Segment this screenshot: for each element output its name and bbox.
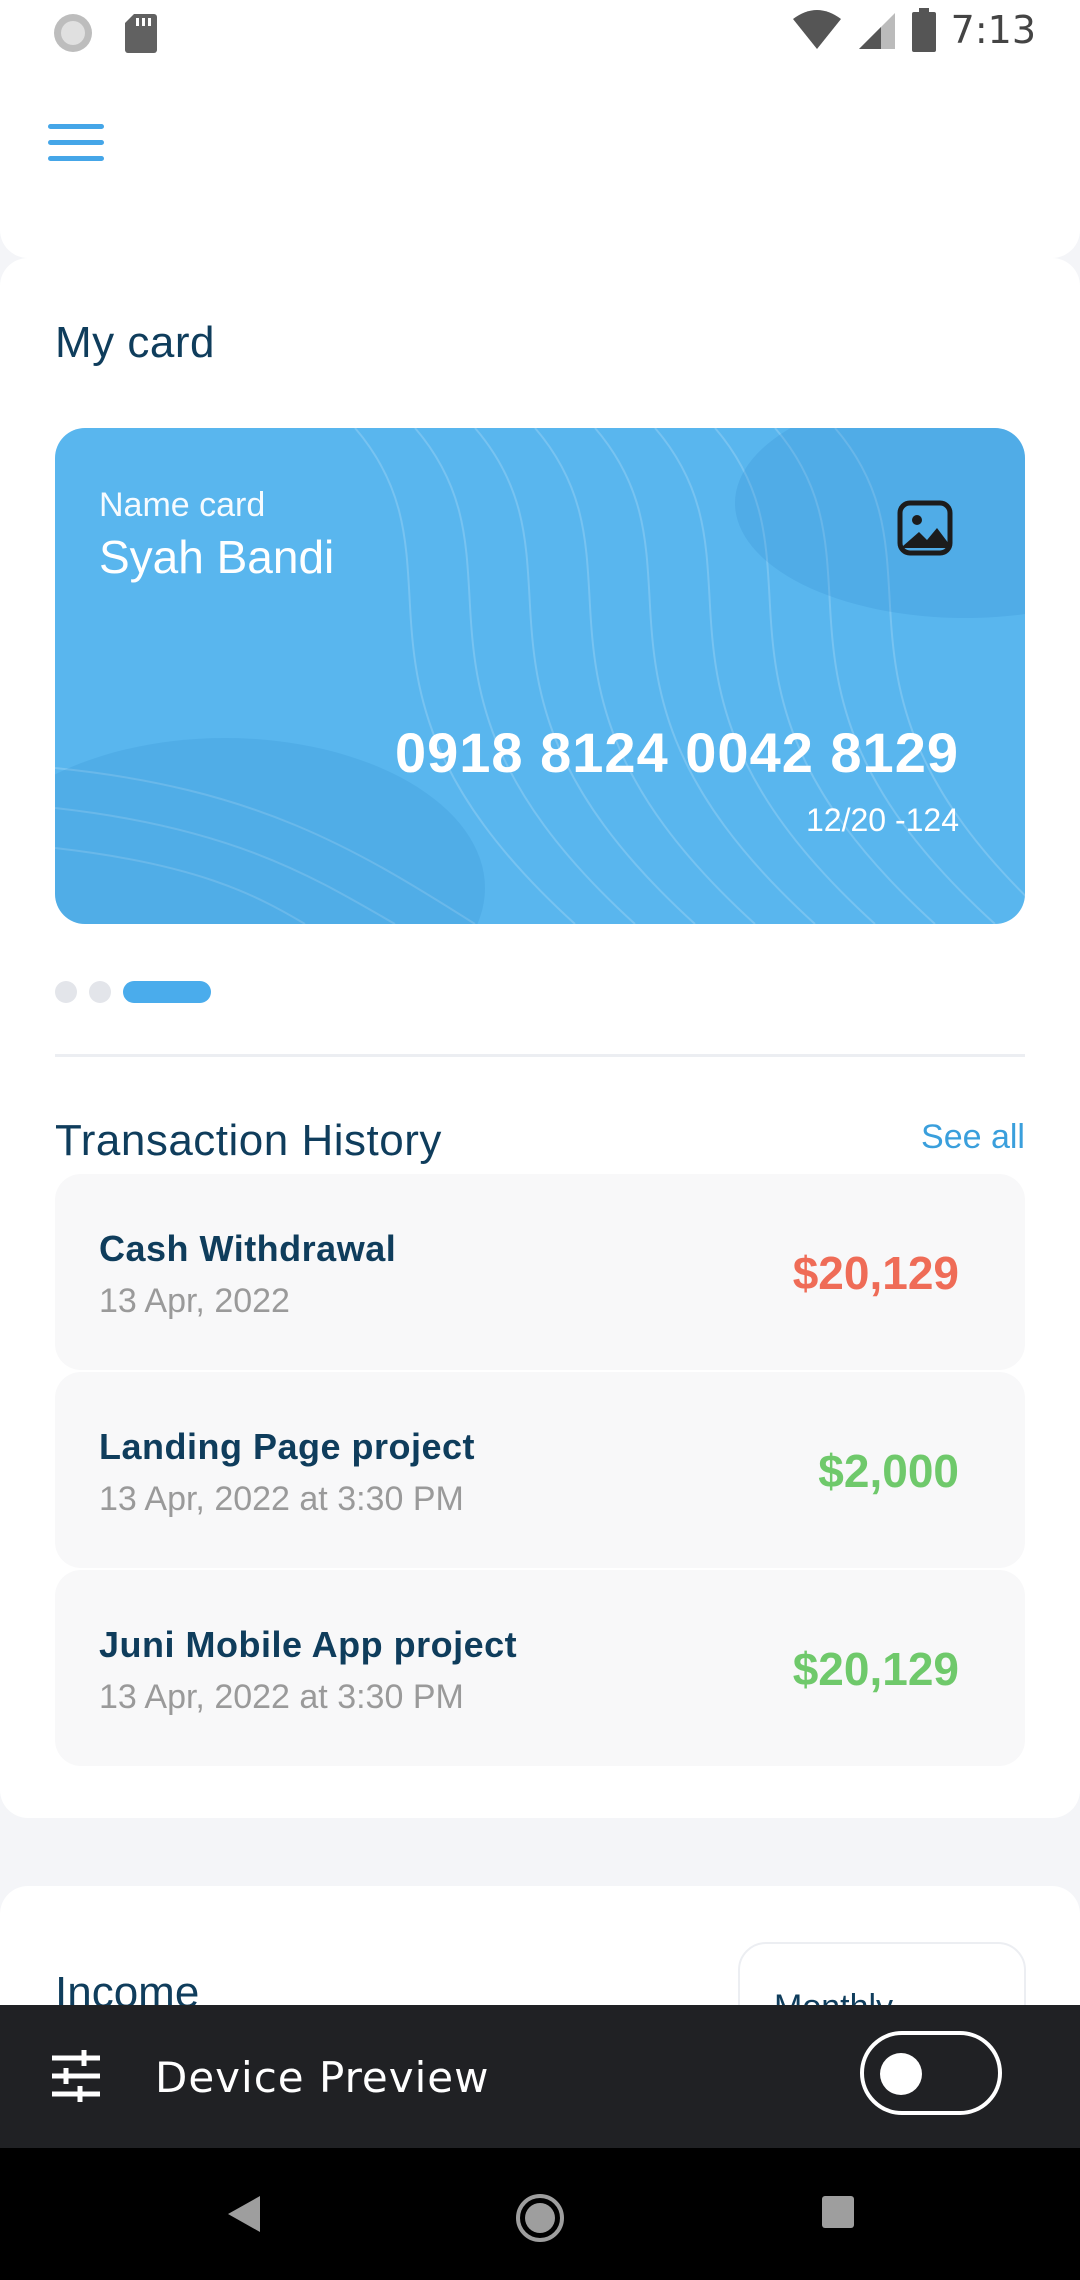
image-icon — [897, 500, 953, 556]
status-left — [52, 12, 158, 54]
card-holder-name: Syah Bandi — [99, 531, 335, 583]
transaction-item[interactable]: Juni Mobile App project 13 Apr, 2022 at … — [55, 1570, 1025, 1766]
transaction-date: 13 Apr, 2022 — [99, 1282, 290, 1320]
card-expiry: 12/20 -124 — [805, 802, 959, 838]
home-icon[interactable] — [514, 2192, 566, 2244]
transaction-title: Landing Page project — [99, 1426, 476, 1467]
tune-icon[interactable] — [50, 2050, 102, 2102]
see-all-link[interactable]: See all — [921, 1118, 1025, 1157]
bank-card[interactable]: Name card Syah Bandi 0918 8124 0042 8129… — [55, 428, 1025, 924]
main-section: My card Name card Syah Bandi 0918 8124 0… — [0, 258, 1080, 1818]
back-icon[interactable] — [224, 2192, 264, 2236]
menu-icon[interactable] — [48, 124, 104, 174]
device-preview-label: Device Preview — [155, 2053, 490, 2102]
battery-icon — [911, 8, 936, 52]
recents-icon[interactable] — [818, 2192, 858, 2232]
android-nav-bar — [0, 2148, 1080, 2280]
device-preview-toggle[interactable] — [860, 2031, 1002, 2115]
transaction-amount: $20,129 — [792, 1643, 959, 1695]
transaction-history-title: Transaction History — [55, 1116, 442, 1165]
transaction-amount: $20,129 — [792, 1247, 959, 1299]
wifi-icon — [792, 10, 841, 49]
transaction-amount: $2,000 — [818, 1445, 959, 1497]
device-preview-bar: Device Preview — [0, 2005, 1080, 2148]
transaction-item[interactable]: Cash Withdrawal 13 Apr, 2022 $20,129 — [55, 1174, 1025, 1370]
toggle-knob — [880, 2053, 922, 2095]
card-number: 0918 8124 0042 8129 — [395, 721, 959, 784]
transaction-item[interactable]: Landing Page project 13 Apr, 2022 at 3:3… — [55, 1372, 1025, 1568]
signal-icon — [858, 13, 895, 49]
pager-dot[interactable] — [89, 981, 111, 1003]
status-bar: 7:13 — [0, 0, 1080, 66]
transaction-title: Juni Mobile App project — [99, 1624, 518, 1665]
pager-dot-active[interactable] — [123, 981, 211, 1003]
my-card-title: My card — [55, 318, 215, 367]
card-name-label: Name card — [99, 486, 266, 524]
card-pager — [55, 981, 211, 1003]
status-right: 7:13 — [791, 8, 1036, 52]
sd-card-icon — [125, 14, 157, 53]
app-header — [0, 66, 1080, 258]
transaction-date: 13 Apr, 2022 at 3:30 PM — [99, 1480, 464, 1518]
pager-dot[interactable] — [55, 981, 77, 1003]
transaction-title: Cash Withdrawal — [99, 1228, 397, 1269]
transaction-date: 13 Apr, 2022 at 3:30 PM — [99, 1678, 464, 1716]
sync-icon — [54, 14, 92, 52]
status-time: 7:13 — [950, 8, 1036, 52]
divider — [55, 1054, 1025, 1057]
